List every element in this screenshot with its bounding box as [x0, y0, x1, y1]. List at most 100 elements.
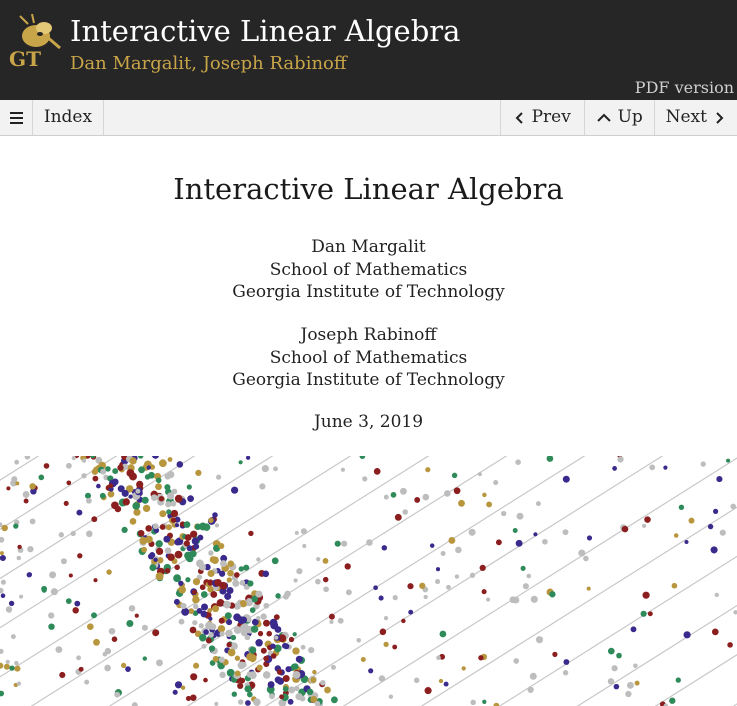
cover-dot: [392, 644, 398, 650]
cover-dot: [226, 642, 232, 648]
cover-dot: [292, 670, 301, 679]
cover-dot: [86, 623, 94, 631]
cover-dot: [455, 546, 462, 554]
cover-dot: [226, 619, 233, 626]
cover-dot: [192, 589, 197, 595]
cover-dot: [495, 539, 502, 546]
cover-dot: [210, 591, 218, 598]
cover-dot: [634, 680, 640, 686]
cover-dot: [552, 651, 558, 658]
cover-dot: [128, 605, 136, 612]
gt-logo-icon[interactable]: GT: [6, 14, 64, 70]
index-label: Index: [43, 107, 93, 127]
cover-dot: [150, 494, 158, 501]
cover-dot: [530, 595, 538, 603]
cover-dot: [112, 468, 119, 475]
cover-dot: [688, 517, 695, 524]
cover-dot: [200, 610, 208, 618]
cover-dot: [535, 636, 544, 644]
prev-label: Prev: [531, 107, 571, 127]
cover-dot: [388, 694, 394, 699]
site-title[interactable]: Interactive Linear Algebra: [70, 14, 460, 48]
cover-dot: [407, 583, 414, 590]
cover-dot: [246, 653, 255, 661]
cover-dot: [141, 624, 148, 631]
index-button[interactable]: Index: [33, 100, 104, 135]
cover-dot: [493, 480, 499, 486]
cover-dot: [362, 476, 368, 482]
cover-dot: [482, 699, 487, 704]
cover-dot: [9, 665, 15, 671]
cover-line: [732, 703, 737, 706]
cover-dot: [562, 670, 569, 676]
cover-dot: [501, 510, 507, 517]
cover-dot: [294, 530, 299, 535]
cover-dot: [533, 532, 538, 537]
cover-dot: [295, 693, 303, 701]
page-title: Interactive Linear Algebra: [173, 172, 564, 206]
cover-dot: [378, 675, 386, 682]
cover-dot: [402, 509, 408, 515]
cover-dot: [716, 476, 723, 483]
cover-dot: [193, 543, 200, 550]
cover-dot: [48, 623, 55, 630]
cover-dot: [248, 530, 254, 537]
chevron-right-icon: [716, 111, 724, 124]
cover-dot: [316, 557, 321, 562]
cover-line: [576, 604, 737, 706]
cover-illustration: [0, 456, 737, 706]
cover-dot: [237, 699, 244, 705]
cover-dot: [310, 677, 317, 683]
hamburger-menu-icon: [9, 109, 23, 127]
cover-dot: [216, 474, 222, 480]
cover-dot: [424, 687, 432, 695]
cover-dot: [469, 572, 476, 578]
cover-dot: [219, 631, 225, 637]
cover-dot: [727, 642, 733, 648]
cover-dot: [0, 587, 4, 594]
cover-dot: [108, 627, 116, 635]
cover-dot: [159, 524, 166, 530]
cover-dot: [262, 570, 270, 578]
cover-dot: [435, 579, 441, 585]
cover-dot: [461, 666, 466, 671]
cover-dot: [180, 685, 186, 690]
cover-dot: [562, 529, 569, 536]
cover-dot: [77, 553, 83, 559]
cover-dot: [633, 663, 638, 669]
cover-dot: [27, 545, 34, 553]
cover-dot: [173, 598, 180, 605]
cover-dot: [155, 547, 164, 556]
cover-dot: [563, 659, 570, 665]
cover-dot: [612, 466, 617, 471]
cover-dot: [322, 558, 329, 564]
cover-dot: [41, 587, 47, 593]
cover-dot: [630, 626, 637, 633]
next-label: Next: [665, 107, 707, 127]
cover-dot: [250, 625, 259, 633]
menu-button[interactable]: [0, 100, 33, 135]
cover-dot: [14, 665, 21, 672]
cover-dot: [714, 592, 719, 598]
cover-dot: [16, 681, 22, 686]
cover-dot: [237, 682, 244, 690]
cover-dot: [203, 677, 208, 683]
prev-button[interactable]: Prev: [500, 100, 584, 135]
cover-dot: [8, 600, 15, 607]
cover-dot: [340, 467, 345, 472]
cover-dot: [100, 468, 107, 475]
cover-dot: [306, 688, 314, 696]
next-button[interactable]: Next: [654, 100, 737, 135]
cover-dot: [207, 608, 213, 613]
cover-dot: [733, 610, 737, 615]
cover-dot: [616, 652, 622, 659]
pdf-version-link[interactable]: PDF version: [635, 78, 734, 97]
cover-dot: [527, 686, 534, 693]
cover-dot: [312, 669, 317, 675]
cover-dot: [422, 493, 430, 501]
cover-dot: [152, 629, 160, 637]
cover-dot: [84, 492, 92, 499]
up-button[interactable]: Up: [584, 100, 654, 135]
cover-dot: [329, 619, 334, 624]
cover-dot: [141, 546, 148, 553]
